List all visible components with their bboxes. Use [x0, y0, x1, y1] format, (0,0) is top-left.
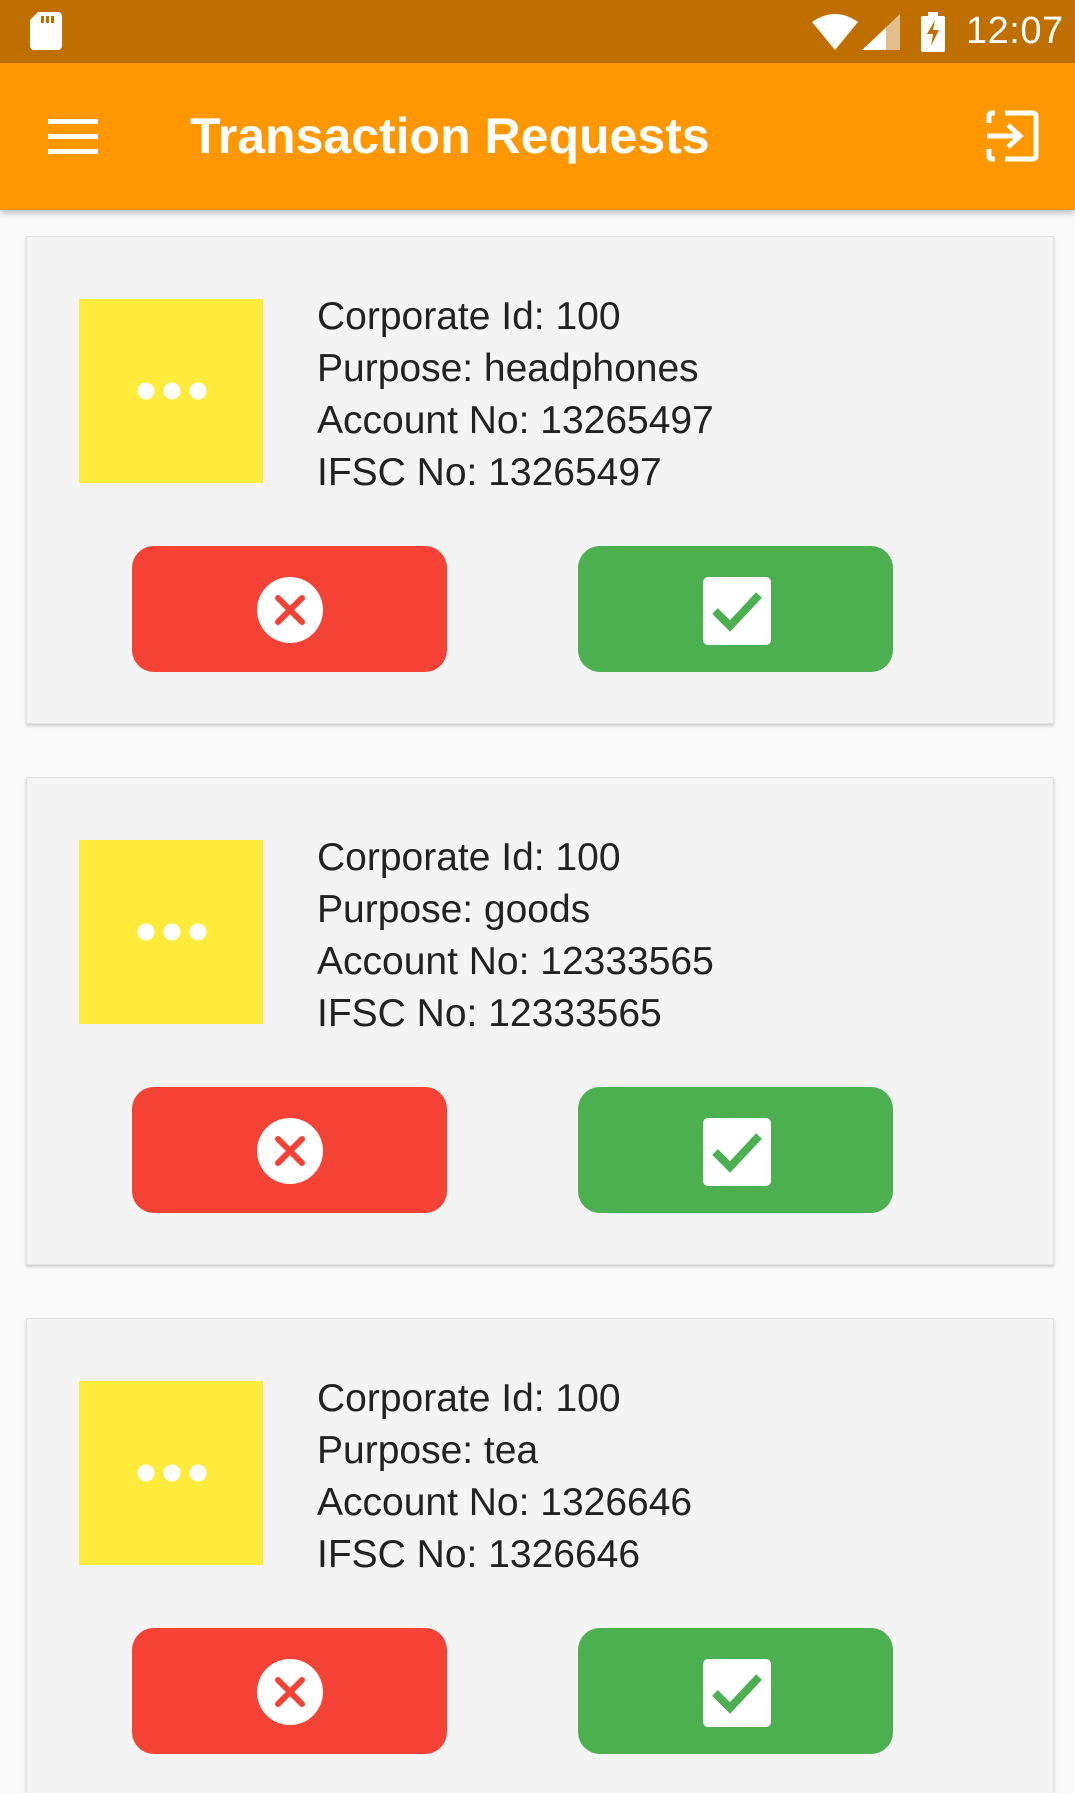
wifi-icon	[812, 14, 858, 50]
check-box-icon	[703, 1118, 771, 1186]
page-title: Transaction Requests	[190, 108, 710, 164]
accept-button[interactable]	[578, 1087, 893, 1213]
account-no: Account No: 12333565	[317, 940, 714, 983]
ifsc-no: IFSC No: 1326646	[317, 1533, 641, 1576]
check-box-icon	[703, 1659, 771, 1727]
close-circle-icon	[257, 1659, 323, 1725]
request-thumbnail	[79, 299, 263, 483]
menu-icon	[48, 119, 98, 154]
accept-button[interactable]	[578, 1628, 893, 1754]
logout-icon	[986, 110, 1039, 162]
accept-button[interactable]	[578, 546, 893, 672]
more-dots-icon	[137, 923, 207, 941]
corporate-id: Corporate Id: 100	[317, 295, 621, 338]
transaction-request-list[interactable]: Corporate Id: 100 Purpose: headphones Ac…	[0, 210, 1075, 1793]
app-bar: Transaction Requests	[0, 63, 1075, 210]
check-box-icon	[703, 577, 771, 645]
menu-button[interactable]	[40, 111, 106, 163]
request-card: Corporate Id: 100 Purpose: headphones Ac…	[26, 236, 1054, 724]
account-no: Account No: 13265497	[317, 399, 714, 442]
corporate-id: Corporate Id: 100	[317, 1377, 621, 1420]
reject-button[interactable]	[132, 1628, 447, 1754]
status-bar: 12:07	[0, 0, 1075, 63]
corporate-id: Corporate Id: 100	[317, 836, 621, 879]
ifsc-no: IFSC No: 13265497	[317, 451, 662, 494]
request-thumbnail	[79, 1381, 263, 1565]
close-circle-icon	[257, 1118, 323, 1184]
reject-button[interactable]	[132, 546, 447, 672]
request-card: Corporate Id: 100 Purpose: goods Account…	[26, 777, 1054, 1265]
more-dots-icon	[137, 382, 207, 400]
purpose: Purpose: goods	[317, 888, 591, 931]
account-no: Account No: 1326646	[317, 1481, 693, 1524]
request-details: Corporate Id: 100 Purpose: goods Account…	[317, 832, 714, 1040]
more-dots-icon	[137, 1464, 207, 1482]
ifsc-no: IFSC No: 12333565	[317, 992, 662, 1035]
request-thumbnail	[79, 840, 263, 1024]
signal-icon	[862, 14, 900, 50]
request-card: Corporate Id: 100 Purpose: tea Account N…	[26, 1318, 1054, 1793]
request-details: Corporate Id: 100 Purpose: headphones Ac…	[317, 291, 714, 499]
sd-card-icon	[30, 12, 62, 50]
reject-button[interactable]	[132, 1087, 447, 1213]
clock: 12:07	[966, 10, 1064, 52]
request-details: Corporate Id: 100 Purpose: tea Account N…	[317, 1373, 692, 1581]
purpose: Purpose: headphones	[317, 347, 699, 390]
logout-button[interactable]	[985, 109, 1043, 165]
battery-charging-icon	[921, 12, 945, 52]
purpose: Purpose: tea	[317, 1429, 539, 1472]
close-circle-icon	[257, 577, 323, 643]
